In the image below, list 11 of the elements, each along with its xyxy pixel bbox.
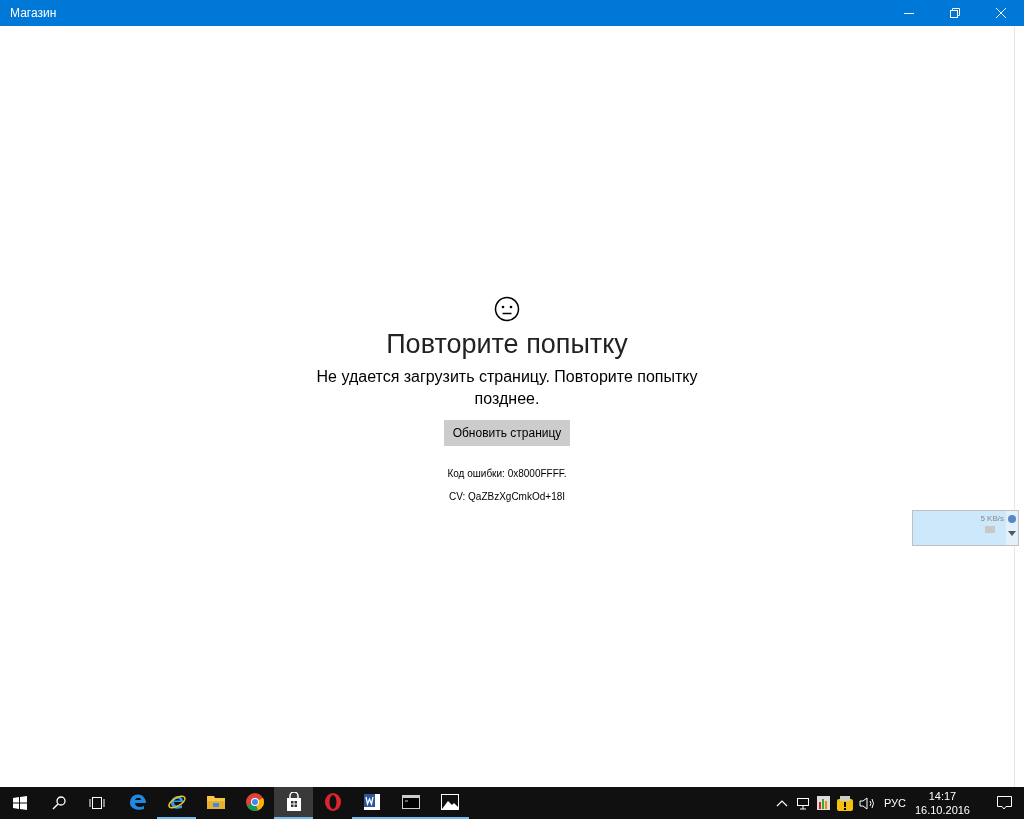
- speed-reading: 5 KB/s: [980, 513, 1004, 525]
- clock-time: 14:17: [928, 789, 957, 803]
- correlation-vector: CV: QaZBzXgCmkOd+18I: [448, 490, 566, 504]
- error-message: Не удается загрузить страницу. Повторите попытку позднее.: [315, 367, 699, 409]
- window-title: Магазин: [9, 5, 58, 22]
- clock-date: 16.10.2016: [914, 803, 970, 817]
- language-indicator[interactable]: РУС: [883, 794, 906, 812]
- refresh-page-button[interactable]: Обновить страницу: [443, 420, 571, 446]
- clock[interactable]: 14:17 16.10.2016: [914, 789, 970, 817]
- error-code: Код ошибки: 0x8000FFFF.: [447, 467, 567, 481]
- error-heading: Повторите попытку: [386, 328, 628, 361]
